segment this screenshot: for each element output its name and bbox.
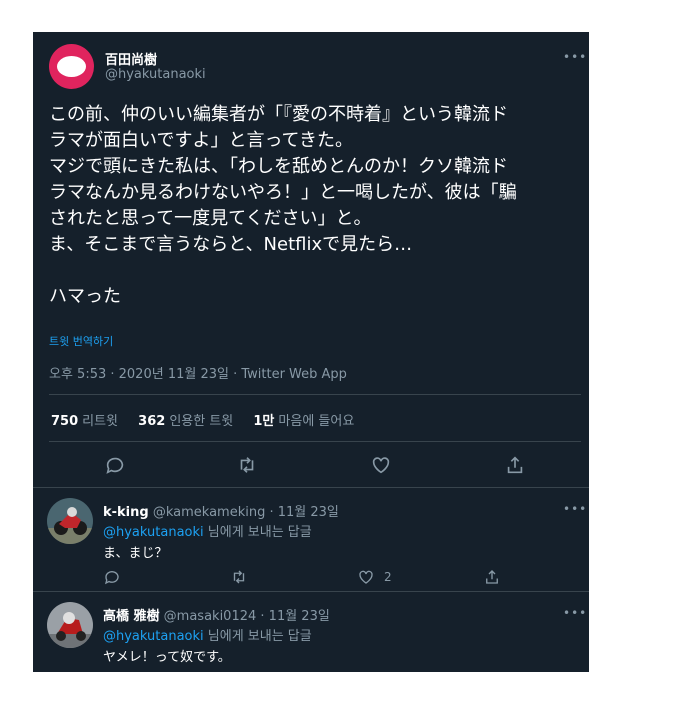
tweet-line: ま、そこまで言うならと、Netflixで見たら… bbox=[49, 234, 413, 255]
tweet-card: 百田尚樹 @hyakutanaoki ••• この前、仲のいい編集者が「『愛の不… bbox=[33, 32, 589, 672]
reply-header: 高橋 雅樹 @masaki0124 · 11월 23일 bbox=[103, 605, 330, 624]
translate-link[interactable]: 트윗 번역하기 bbox=[49, 333, 113, 349]
like-icon[interactable] bbox=[357, 568, 375, 586]
author-handle[interactable]: @hyakutanaoki bbox=[105, 67, 206, 82]
reply-icon[interactable] bbox=[104, 454, 126, 476]
like-count: 1만 bbox=[253, 414, 275, 429]
tweet-body: この前、仲のいい編集者が「『愛の不時着』という韓流ド ラマが面白いですよ」と言っ… bbox=[49, 102, 579, 310]
reply-date[interactable]: · 11월 23일 bbox=[260, 609, 329, 624]
like-icon[interactable] bbox=[370, 454, 392, 476]
author-name[interactable]: 百田尚樹 bbox=[105, 49, 157, 68]
reply-author-name[interactable]: 高橋 雅樹 bbox=[103, 609, 160, 624]
more-options-icon[interactable]: ••• bbox=[563, 606, 587, 620]
divider bbox=[49, 394, 581, 395]
reply-avatar[interactable] bbox=[47, 498, 93, 544]
tweet-line: されたと思って一度見てください」と。 bbox=[49, 208, 372, 229]
tweet-line bbox=[49, 258, 579, 284]
retweet-stat[interactable]: 750 리트윗 bbox=[51, 414, 118, 429]
tweet-line: ラマなんか見るわけないやろ！」と一喝したが、彼は「騙 bbox=[49, 182, 517, 203]
reply-text: ヤメレ！って奴です。 bbox=[103, 650, 231, 665]
quote-stat[interactable]: 362 인용한 트윗 bbox=[138, 414, 233, 429]
reply-item[interactable]: k-king @kamekameking · 11월 23일 ••• @hyak… bbox=[33, 488, 589, 591]
divider bbox=[49, 441, 581, 442]
share-icon[interactable] bbox=[483, 568, 501, 586]
like-label: 마음에 들어요 bbox=[278, 414, 355, 429]
replying-to-user[interactable]: @hyakutanaoki bbox=[103, 629, 204, 644]
reply-date[interactable]: · 11월 23일 bbox=[269, 505, 338, 520]
reply-header: k-king @kamekameking · 11월 23일 bbox=[103, 501, 339, 520]
retweet-label: 리트윗 bbox=[82, 414, 119, 429]
more-options-icon[interactable]: ••• bbox=[563, 502, 587, 516]
author-avatar[interactable] bbox=[49, 44, 94, 89]
tweet-timestamp[interactable]: 오후 5:53 · 2020년 11월 23일 · Twitter Web Ap… bbox=[49, 363, 347, 382]
retweet-icon[interactable] bbox=[230, 568, 248, 586]
share-icon[interactable] bbox=[504, 454, 526, 476]
tweet-line: マジで頭にきた私は、「わしを舐めとんのか！クソ韓流ド bbox=[49, 156, 508, 177]
reply-text: ま、まじ？ bbox=[103, 546, 168, 561]
retweet-icon[interactable] bbox=[236, 454, 258, 476]
replying-to-user[interactable]: @hyakutanaoki bbox=[103, 525, 204, 540]
replying-to: @hyakutanaoki 님에게 보내는 답글 bbox=[103, 521, 312, 540]
reply-icon[interactable] bbox=[103, 568, 121, 586]
reply-avatar[interactable] bbox=[47, 602, 93, 648]
like-stat[interactable]: 1만 마음에 들어요 bbox=[253, 414, 354, 429]
reply-author-handle[interactable]: @masaki0124 bbox=[164, 609, 257, 624]
replying-to: @hyakutanaoki 님에게 보내는 답글 bbox=[103, 625, 312, 644]
replying-to-suffix: 님에게 보내는 답글 bbox=[203, 525, 312, 540]
replying-to-suffix: 님에게 보내는 답글 bbox=[203, 629, 312, 644]
tweet-line: ハマった bbox=[49, 286, 121, 307]
tweet-stats: 750 리트윗 362 인용한 트윗 1만 마음에 들어요 bbox=[51, 410, 370, 429]
reply-author-handle[interactable]: @kamekameking bbox=[153, 505, 266, 520]
reply-like-count: 2 bbox=[384, 570, 392, 584]
reply-item[interactable]: 高橋 雅樹 @masaki0124 · 11월 23일 ••• @hyakuta… bbox=[33, 592, 589, 672]
quote-count: 362 bbox=[138, 414, 166, 429]
retweet-count: 750 bbox=[51, 414, 79, 429]
tweet-line: この前、仲のいい編集者が「『愛の不時着』という韓流ド bbox=[49, 104, 508, 125]
more-options-icon[interactable]: ••• bbox=[563, 50, 587, 64]
reply-author-name[interactable]: k-king bbox=[103, 505, 149, 520]
tweet-line: ラマが面白いですよ」と言ってきた。 bbox=[49, 130, 354, 151]
quote-label: 인용한 트윗 bbox=[169, 414, 234, 429]
